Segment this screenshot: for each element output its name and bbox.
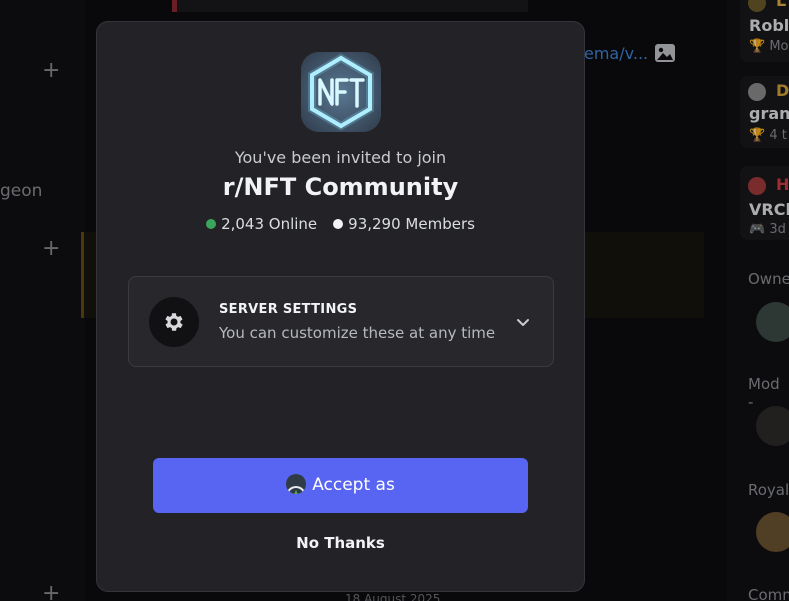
settings-title: SERVER SETTINGS <box>219 302 358 317</box>
member-count: 93,290 Members <box>348 215 475 233</box>
invite-modal: You've been invited to join r/NFT Commun… <box>96 21 585 592</box>
nft-logo-icon <box>301 52 381 132</box>
chevron-down-icon[interactable] <box>515 314 531 330</box>
invite-text: You've been invited to join <box>234 148 447 167</box>
accept-button[interactable]: Accept as <box>153 458 528 513</box>
online-dot-icon <box>206 219 217 229</box>
server-name: r/NFT Community <box>222 173 459 201</box>
server-stats: 2,043 Online 93,290 Members <box>97 215 584 233</box>
no-thanks-button[interactable]: No Thanks <box>97 534 584 552</box>
user-avatar <box>286 474 307 494</box>
online-count: 2,043 Online <box>221 215 318 233</box>
accept-label: Accept as <box>312 475 395 495</box>
members-dot-icon <box>333 219 344 229</box>
server-settings-panel[interactable]: SERVER SETTINGS You can customize these … <box>128 276 554 367</box>
settings-subtitle: You can customize these at any time <box>219 324 496 342</box>
gear-icon <box>149 297 199 347</box>
